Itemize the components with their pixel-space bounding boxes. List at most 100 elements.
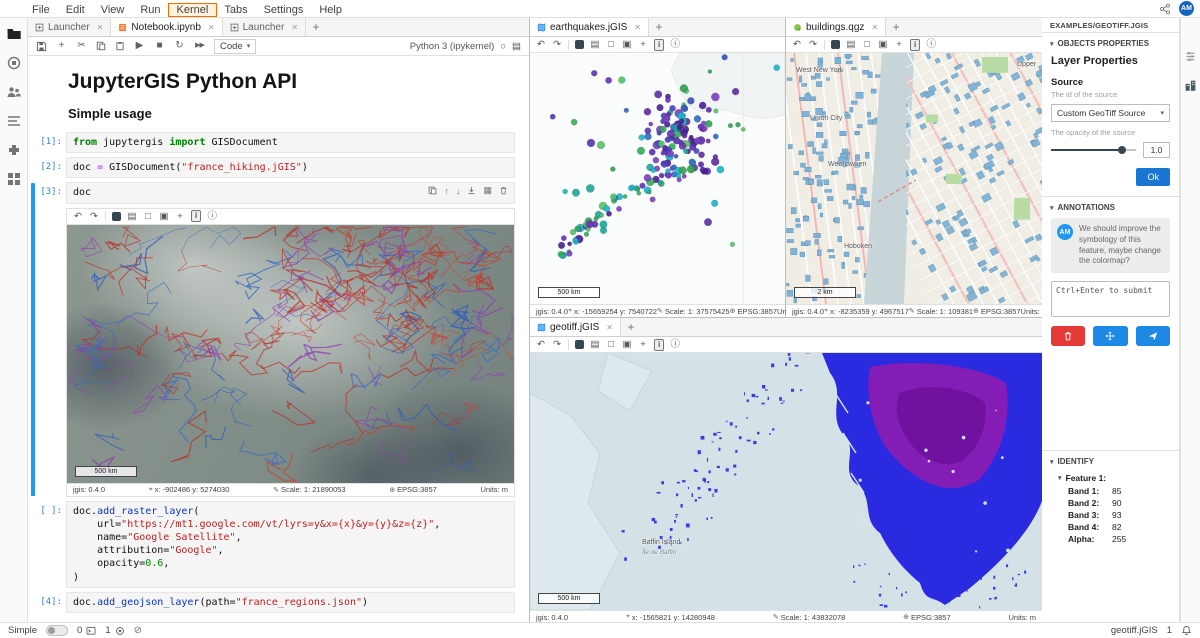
menu-item-kernel[interactable]: Kernel	[169, 4, 217, 16]
close-icon[interactable]: ✕	[634, 23, 641, 32]
table-of-contents-icon[interactable]	[6, 113, 22, 129]
layers-icon[interactable]: ▤	[590, 37, 600, 52]
save-icon[interactable]	[36, 41, 47, 52]
zoom-extent-icon[interactable]: ▣	[878, 37, 888, 52]
menu-item-run[interactable]: Run	[132, 4, 168, 16]
add-layer-icon[interactable]: +	[638, 37, 648, 52]
locate-annotation-button[interactable]	[1093, 326, 1127, 346]
delete-annotation-button[interactable]	[1051, 326, 1085, 346]
geotiff-map[interactable]: Baffin Island Île de Baffin 500 km	[530, 353, 1042, 610]
close-icon[interactable]: ✕	[97, 23, 104, 32]
new-tab-button[interactable]: +	[621, 318, 641, 336]
buildings-map[interactable]: West New York Union City Weehawken Hobok…	[786, 53, 1042, 304]
terminals-indicator[interactable]: 0	[77, 625, 96, 636]
kernel-name[interactable]: Python 3 (ipykernel)	[410, 41, 494, 52]
close-icon[interactable]: ✕	[208, 23, 215, 32]
delete-cell-icon[interactable]	[499, 186, 508, 195]
file-browser-icon[interactable]	[6, 26, 22, 42]
info-icon[interactable]: ⓘ	[670, 37, 680, 52]
add-layer-icon[interactable]: +	[894, 37, 904, 52]
user-avatar[interactable]: AM	[1179, 1, 1194, 16]
redo-icon[interactable]: ↷	[552, 37, 562, 52]
tab-earthquakes[interactable]: earthquakes.jGIS ✕	[530, 18, 649, 36]
share-icon[interactable]	[1159, 3, 1171, 15]
collaboration-icon[interactable]	[6, 84, 22, 100]
cell-editor[interactable]: from jupytergis import GISDocument	[66, 132, 515, 153]
layers-icon[interactable]: ▤	[590, 337, 600, 352]
annotation-input[interactable]: Ctrl+Enter to submit	[1051, 281, 1170, 317]
property-inspector-icon[interactable]	[1184, 50, 1197, 63]
info-icon[interactable]: ⓘ	[207, 209, 217, 224]
tab-notebook[interactable]: Notebook.ipynb ✕	[111, 18, 222, 36]
earthquakes-map[interactable]: 500 km	[530, 53, 785, 304]
close-icon[interactable]: ✕	[606, 323, 613, 332]
menu-item-file[interactable]: File	[24, 4, 58, 16]
new-tab-button[interactable]: +	[306, 18, 326, 36]
menu-item-edit[interactable]: Edit	[58, 4, 93, 16]
tab-geotiff[interactable]: geotiff.jGIS ✕	[530, 318, 621, 336]
identify-icon[interactable]: i	[910, 39, 920, 51]
menu-item-tabs[interactable]: Tabs	[216, 4, 255, 16]
new-feature-icon[interactable]	[831, 40, 840, 49]
run-all-icon[interactable]: ▶▶	[194, 37, 205, 55]
cut-cell-icon[interactable]: ✂	[76, 37, 87, 55]
undo-icon[interactable]: ↶	[536, 37, 546, 52]
cell-editor[interactable]: doc.add_raster_layer( url="https://mt1.g…	[66, 501, 515, 588]
basemap-icon[interactable]: □	[862, 37, 872, 52]
identify-icon[interactable]: i	[654, 39, 664, 51]
basemap-icon[interactable]: □	[143, 209, 153, 224]
stop-kernel-icon[interactable]: ■	[154, 37, 165, 55]
add-cell-icon[interactable]: +	[56, 37, 67, 55]
opacity-value[interactable]: 1.0	[1143, 142, 1170, 158]
add-layer-icon[interactable]: +	[175, 209, 185, 224]
redo-icon[interactable]: ↷	[808, 37, 818, 52]
close-icon[interactable]: ✕	[871, 23, 878, 32]
zoom-extent-icon[interactable]: ▣	[622, 337, 632, 352]
bell-icon[interactable]	[1181, 625, 1192, 636]
move-cell-up-icon[interactable]: ↑	[444, 186, 449, 196]
move-cell-down-icon[interactable]: ↓	[456, 186, 461, 196]
info-icon[interactable]: ⓘ	[926, 37, 936, 52]
new-tab-button[interactable]: +	[649, 18, 669, 36]
menu-item-settings[interactable]: Settings	[256, 4, 312, 16]
current-file-label[interactable]: geotiff.jGIS	[1111, 625, 1158, 636]
submit-annotation-button[interactable]	[1136, 326, 1170, 346]
simple-mode-toggle[interactable]	[46, 625, 68, 636]
new-feature-icon[interactable]	[575, 340, 584, 349]
identify-section-header[interactable]: ▾ IDENTIFY	[1042, 451, 1179, 470]
identify-icon[interactable]: i	[654, 339, 664, 351]
opacity-slider[interactable]	[1051, 145, 1136, 155]
redo-icon[interactable]: ↷	[552, 337, 562, 352]
run-cell-icon[interactable]: ▶	[134, 37, 145, 55]
new-feature-icon[interactable]	[575, 40, 584, 49]
copy-cell-icon[interactable]	[96, 41, 106, 51]
basemap-icon[interactable]: □	[606, 337, 616, 352]
paste-cell-icon[interactable]	[115, 41, 125, 51]
info-icon[interactable]: ⓘ	[670, 337, 680, 352]
cell-editor[interactable]: doc = GISDocument("france_hiking.jGIS")	[66, 157, 515, 178]
identify-icon[interactable]: i	[191, 210, 201, 222]
redo-icon[interactable]: ↷	[89, 209, 99, 224]
kernels-indicator[interactable]: 1	[105, 625, 124, 636]
jupytergis-panel-icon[interactable]	[6, 171, 22, 187]
restart-kernel-icon[interactable]: ↻	[174, 37, 185, 55]
insert-cell-above-icon[interactable]	[467, 186, 476, 195]
tab-launcher-1[interactable]: Launcher ✕	[28, 18, 111, 36]
notebook-panel-icon[interactable]: ▤	[512, 41, 521, 52]
cell-editor[interactable]: doc.add_geojson_layer(path="france_regio…	[66, 592, 515, 613]
layers-icon[interactable]: ▤	[127, 209, 137, 224]
close-icon[interactable]: ✕	[291, 23, 298, 32]
annotations-section-header[interactable]: ▾ ANNOTATIONS	[1042, 197, 1179, 216]
cell-type-select[interactable]: Code ▾	[214, 39, 256, 54]
add-layer-icon[interactable]: +	[638, 337, 648, 352]
duplicate-cell-icon[interactable]	[428, 186, 437, 195]
basemap-icon[interactable]: □	[606, 37, 616, 52]
menu-item-help[interactable]: Help	[311, 4, 350, 16]
new-feature-icon[interactable]	[112, 212, 121, 221]
undo-icon[interactable]: ↶	[792, 37, 802, 52]
identify-feature-header[interactable]: ▾ Feature 1:	[1042, 470, 1179, 485]
cell-editor[interactable]: doc ↑ ↓ ▦	[66, 182, 515, 203]
zoom-extent-icon[interactable]: ▣	[159, 209, 169, 224]
objects-properties-section-header[interactable]: ▾ OBJECTS PROPERTIES	[1042, 33, 1179, 52]
undo-icon[interactable]: ↶	[73, 209, 83, 224]
